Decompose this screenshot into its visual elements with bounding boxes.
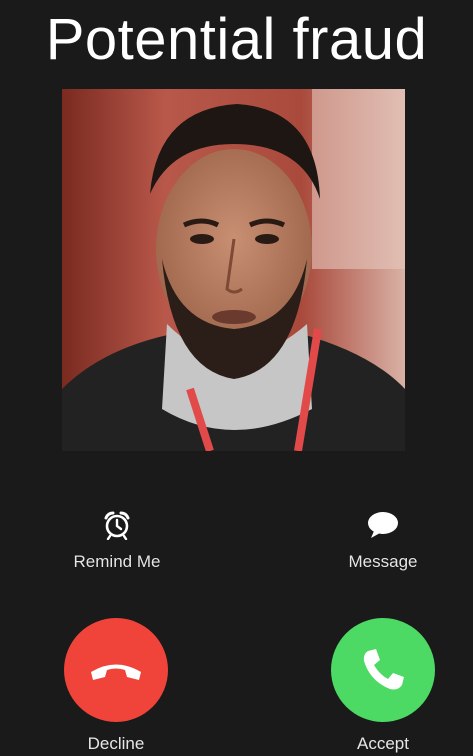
decline-circle[interactable] <box>64 618 168 722</box>
remind-me-button[interactable]: Remind Me <box>52 508 182 572</box>
accept-label: Accept <box>357 734 409 753</box>
message-label: Message <box>348 552 418 571</box>
page-title: Potential fraud <box>45 7 428 72</box>
decline-button[interactable]: Decline <box>26 618 206 754</box>
chat-bubble-icon <box>318 508 448 542</box>
phone-hangup-icon <box>91 664 141 680</box>
decline-label: Decline <box>87 734 145 753</box>
phone-icon <box>363 649 404 690</box>
alarm-clock-icon <box>52 508 182 542</box>
remind-me-label: Remind Me <box>73 552 161 571</box>
accept-button[interactable]: Accept <box>293 618 473 754</box>
caller-portrait-image <box>62 89 405 451</box>
accept-circle[interactable] <box>331 618 435 722</box>
caller-photo <box>62 89 405 451</box>
message-button[interactable]: Message <box>318 508 448 572</box>
